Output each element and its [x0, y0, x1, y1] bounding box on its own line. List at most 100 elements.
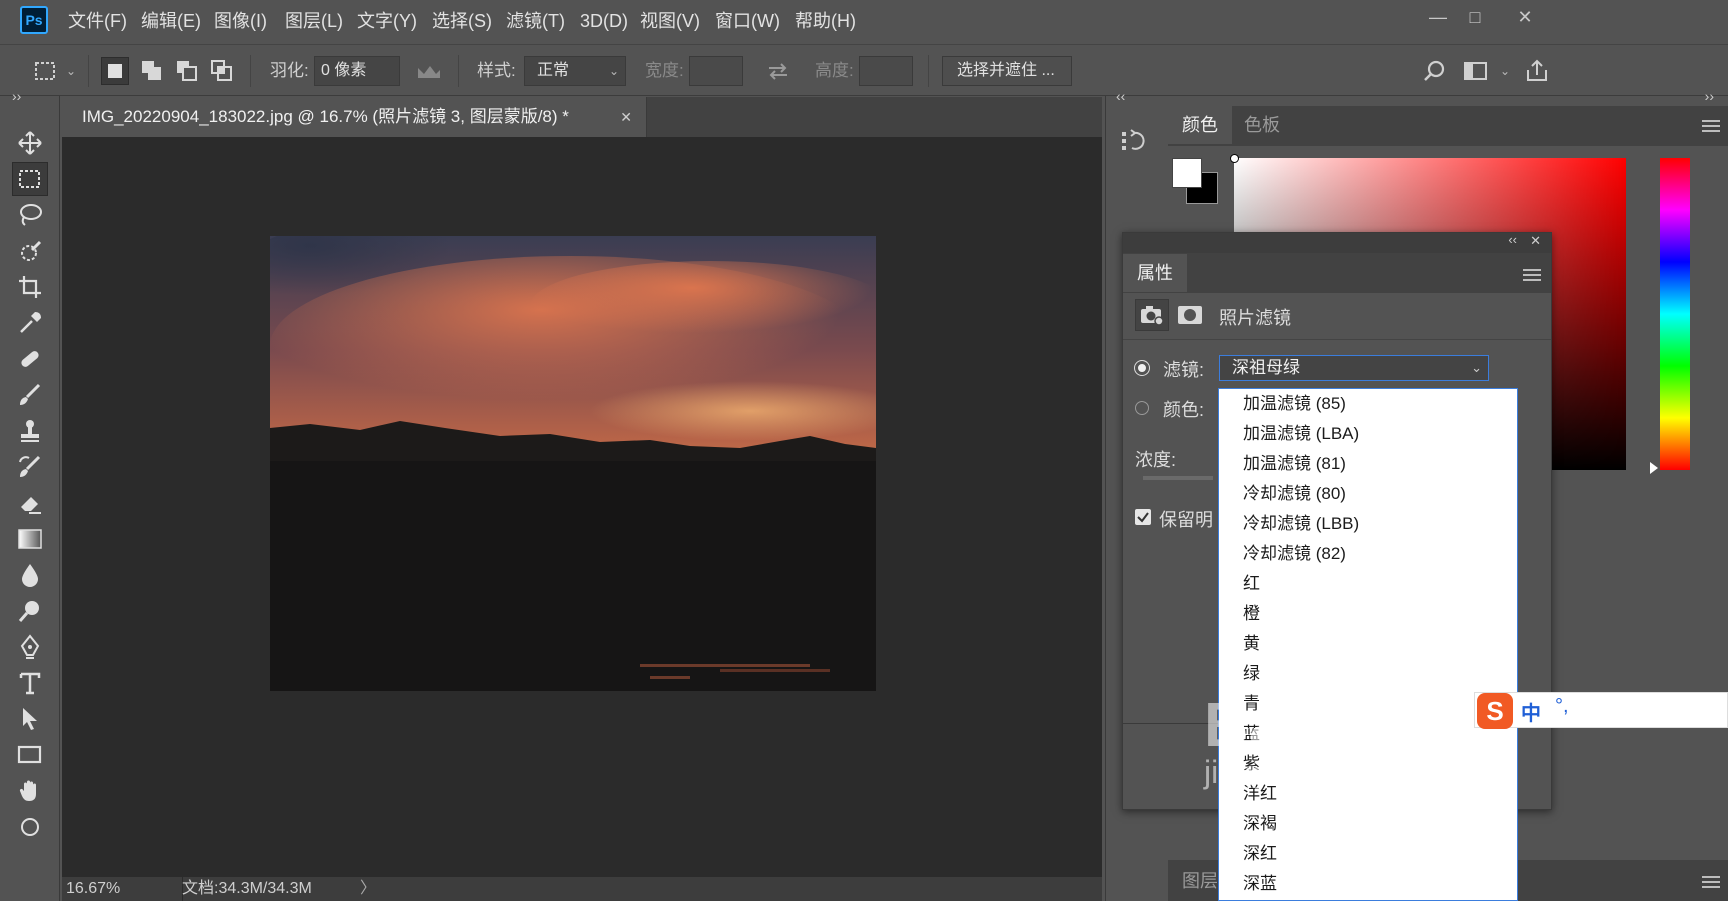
tab-properties[interactable]: 属性: [1123, 254, 1187, 292]
pen-tool-icon[interactable]: [12, 630, 48, 664]
eyedropper-tool-icon[interactable]: [12, 306, 48, 340]
dropdown-option[interactable]: 紫: [1219, 749, 1517, 779]
quick-selection-tool-icon[interactable]: [12, 234, 48, 268]
dropdown-option[interactable]: 加温滤镜 (81): [1219, 449, 1517, 479]
document-image[interactable]: [270, 236, 876, 691]
menu-edit[interactable]: 编辑(E): [141, 0, 201, 44]
add-selection-icon[interactable]: [138, 57, 166, 85]
share-icon[interactable]: [1523, 57, 1551, 85]
filter-dropdown-list[interactable]: 加温滤镜 (85) 加温滤镜 (LBA) 加温滤镜 (81) 冷却滤镜 (80)…: [1218, 388, 1518, 901]
density-slider[interactable]: [1143, 476, 1213, 480]
gradient-tool-icon[interactable]: [12, 522, 48, 556]
collapse-panels-icon[interactable]: ‹‹: [1116, 88, 1125, 104]
zoom-level[interactable]: 16.67%: [66, 877, 120, 901]
expand-panel-icon[interactable]: ››: [1705, 88, 1714, 104]
dropdown-option[interactable]: 冷却滤镜 (LBB): [1219, 509, 1517, 539]
chevron-down-icon[interactable]: ⌄: [1500, 45, 1510, 97]
color-radio[interactable]: [1135, 401, 1149, 415]
close-tab-icon[interactable]: ✕: [620, 97, 632, 137]
healing-brush-tool-icon[interactable]: [12, 342, 48, 376]
layers-panel-menu-icon[interactable]: [1702, 876, 1720, 888]
dropdown-option[interactable]: 冷却滤镜 (80): [1219, 479, 1517, 509]
ime-punctuation-icon[interactable]: °,: [1555, 695, 1569, 718]
color-picker-cursor[interactable]: [1230, 154, 1239, 163]
menu-3d[interactable]: 3D(D): [580, 0, 628, 44]
tab-swatches[interactable]: 色板: [1230, 106, 1294, 144]
tab-color[interactable]: 颜色: [1168, 106, 1232, 144]
style-select[interactable]: 正常 ⌄: [524, 56, 626, 86]
properties-menu-icon[interactable]: [1523, 269, 1541, 281]
close-panel-icon[interactable]: ✕: [1530, 233, 1541, 249]
menu-file[interactable]: 文件(F): [68, 0, 127, 44]
menu-image[interactable]: 图像(I): [214, 0, 267, 44]
adjustment-camera-icon[interactable]: [1135, 299, 1169, 331]
dropdown-option[interactable]: 冷却滤镜 (82): [1219, 539, 1517, 569]
properties-panel-titlebar[interactable]: ‹‹ ✕: [1123, 232, 1551, 253]
height-input[interactable]: [859, 56, 913, 86]
dropdown-option[interactable]: 青: [1219, 689, 1517, 719]
color-panel-menu-icon[interactable]: [1702, 120, 1720, 132]
dropdown-option[interactable]: 黄: [1219, 629, 1517, 659]
rectangle-tool-icon[interactable]: [12, 738, 48, 772]
history-panel-icon[interactable]: [1116, 124, 1150, 158]
lasso-tool-icon[interactable]: [12, 198, 48, 232]
chevron-down-icon[interactable]: ⌄: [66, 45, 76, 97]
canvas-area[interactable]: [62, 137, 1102, 877]
path-selection-tool-icon[interactable]: [12, 702, 48, 736]
crop-tool-icon[interactable]: [12, 270, 48, 304]
ime-mode[interactable]: 中: [1521, 697, 1541, 726]
intersect-selection-icon[interactable]: [208, 57, 236, 85]
eraser-tool-icon[interactable]: [12, 486, 48, 520]
width-input[interactable]: [689, 56, 743, 86]
subtract-selection-icon[interactable]: [173, 57, 201, 85]
clone-stamp-tool-icon[interactable]: [12, 414, 48, 448]
dropdown-option[interactable]: 绿: [1219, 659, 1517, 689]
collapse-panel-icon[interactable]: ‹‹: [1508, 232, 1517, 247]
search-icon[interactable]: [1421, 57, 1449, 85]
dropdown-option[interactable]: 橙: [1219, 599, 1517, 629]
ime-bar[interactable]: S 中 °,: [1474, 692, 1728, 729]
menu-view[interactable]: 视图(V): [640, 0, 700, 44]
dodge-tool-icon[interactable]: [12, 594, 48, 628]
new-selection-icon[interactable]: [101, 57, 129, 85]
history-brush-tool-icon[interactable]: [12, 450, 48, 484]
expand-toolbar-icon[interactable]: ››: [12, 88, 21, 104]
dropdown-option[interactable]: 蓝: [1219, 719, 1517, 749]
hue-slider-thumb[interactable]: [1650, 462, 1658, 474]
hue-slider[interactable]: [1660, 158, 1690, 470]
dropdown-option[interactable]: 洋红: [1219, 779, 1517, 809]
blur-tool-icon[interactable]: [12, 558, 48, 592]
status-menu-arrow[interactable]: 〉: [360, 877, 376, 901]
workspace-icon[interactable]: [1462, 57, 1490, 85]
maximize-button[interactable]: □: [1455, 4, 1495, 30]
document-tab[interactable]: IMG_20220904_183022.jpg @ 16.7% (照片滤镜 3,…: [62, 97, 647, 137]
foreground-color-swatch[interactable]: [1172, 158, 1202, 188]
dropdown-option[interactable]: 深蓝: [1219, 869, 1517, 899]
menu-select[interactable]: 选择(S): [432, 0, 492, 44]
brush-tool-icon[interactable]: [12, 378, 48, 412]
move-tool-icon[interactable]: [12, 126, 48, 160]
marquee-tool-preset-icon[interactable]: [32, 57, 60, 85]
menu-filter[interactable]: 滤镜(T): [506, 0, 565, 44]
feather-input[interactable]: 0 像素: [314, 56, 400, 86]
dropdown-option[interactable]: 加温滤镜 (85): [1219, 389, 1517, 419]
rectangular-marquee-tool-icon[interactable]: [12, 162, 48, 196]
layer-mask-icon[interactable]: [1173, 299, 1207, 331]
anti-alias-icon[interactable]: [415, 57, 443, 85]
menu-help[interactable]: 帮助(H): [795, 0, 856, 44]
select-and-mask-button[interactable]: 选择并遮住 ...: [942, 56, 1072, 86]
dropdown-option[interactable]: 红: [1219, 569, 1517, 599]
swap-icon[interactable]: [764, 57, 792, 85]
type-tool-icon[interactable]: [12, 666, 48, 700]
menu-window[interactable]: 窗口(W): [715, 0, 780, 44]
close-window-button[interactable]: ✕: [1505, 4, 1545, 30]
hand-tool-icon[interactable]: [12, 774, 48, 808]
menu-layer[interactable]: 图层(L): [285, 0, 343, 44]
filter-select[interactable]: 深祖母绿 ⌄: [1219, 355, 1489, 381]
preserve-luminosity-checkbox[interactable]: [1135, 509, 1151, 525]
menu-type[interactable]: 文字(Y): [357, 0, 417, 44]
dropdown-option[interactable]: 深红: [1219, 839, 1517, 869]
dropdown-option[interactable]: 加温滤镜 (LBA): [1219, 419, 1517, 449]
zoom-tool-icon[interactable]: [12, 810, 48, 844]
filter-radio[interactable]: [1134, 360, 1150, 376]
